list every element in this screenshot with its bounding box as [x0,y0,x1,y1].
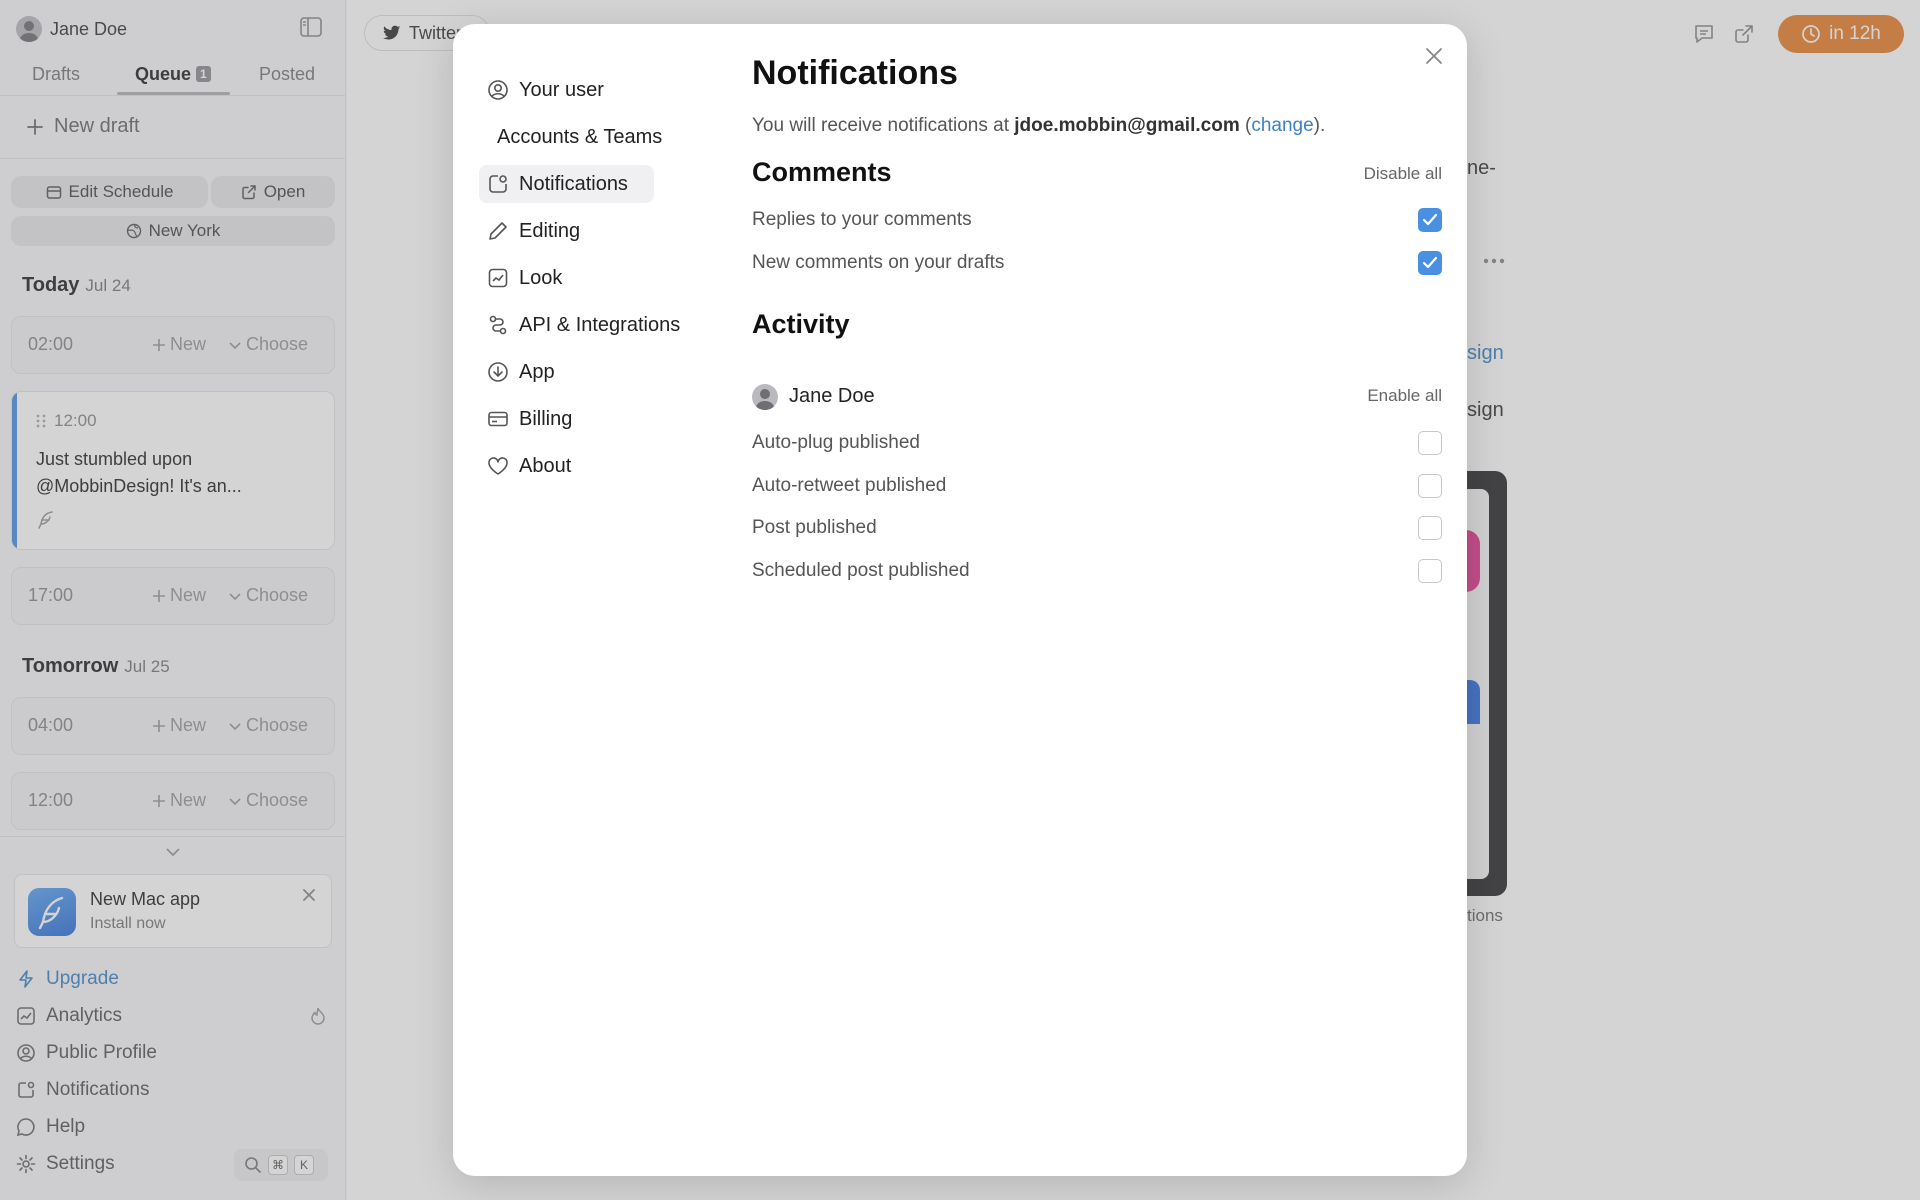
intro-prefix: You will receive notifications at [752,115,1015,136]
settings-modal: Your user Accounts & Teams Notifications… [453,24,1467,1176]
notification-option-row: New comments on your drafts [752,251,1442,275]
notification-option-row: Auto-plug published [752,431,1442,455]
notification-option-row: Replies to your comments [752,208,1442,232]
notification-option-label: New comments on your drafts [752,252,1005,273]
notification-option-row: Auto-retweet published [752,474,1442,498]
settings-nav-label: Editing [519,219,581,242]
notification-option-label: Auto-plug published [752,432,920,453]
settings-nav-label: API & Integrations [519,313,681,336]
settings-nav-label: Your user [519,78,604,101]
notification-option-label: Scheduled post published [752,560,970,581]
checkbox[interactable] [1418,516,1442,540]
enable-all-button[interactable]: Enable all [1367,386,1442,406]
notification-option-label: Auto-retweet published [752,475,947,496]
checkbox[interactable] [1418,474,1442,498]
comments-heading: Comments [752,157,892,187]
heart-icon [488,457,508,475]
settings-nav-notifications[interactable]: Notifications [479,165,654,203]
settings-nav-accounts-teams[interactable]: Accounts & Teams [479,118,662,156]
checkbox[interactable] [1418,208,1442,232]
pencil-icon [489,222,507,240]
settings-nav-label: Look [519,266,563,289]
checkbox[interactable] [1418,431,1442,455]
avatar [752,384,778,410]
checkmark-icon [1422,256,1438,269]
notification-option-row: Post published [752,516,1442,540]
settings-nav-editing[interactable]: Editing [479,212,654,250]
notification-option-label: Post published [752,517,877,538]
settings-nav-api-integrations[interactable]: API & Integrations [479,306,699,344]
checkmark-icon [1422,213,1438,226]
notification-icon [489,175,507,193]
page-title: Notifications [752,54,958,92]
user-circle-icon [488,80,508,100]
settings-nav-your-user[interactable]: Your user [479,71,654,109]
activity-heading: Activity [752,309,850,339]
checkbox[interactable] [1418,559,1442,583]
settings-nav-label: Accounts & Teams [497,125,663,148]
settings-nav-label: Notifications [519,172,628,195]
settings-nav-look[interactable]: Look [479,259,654,297]
integration-icon [489,315,507,335]
checkbox[interactable] [1418,251,1442,275]
close-icon[interactable] [1424,46,1444,66]
download-icon [488,362,508,382]
notification-email-text: You will receive notifications at jdoe.m… [752,115,1325,137]
notification-option-row: Scheduled post published [752,559,1442,583]
change-email-link[interactable]: change [1251,115,1313,136]
intro-close: ). [1313,115,1326,136]
activity-account-name: Jane Doe [789,385,875,407]
settings-nav-label: Billing [519,407,573,430]
settings-nav-label: About [519,454,572,477]
intro-open: ( [1239,115,1252,136]
disable-all-button[interactable]: Disable all [1364,164,1442,184]
settings-nav-billing[interactable]: Billing [479,400,654,438]
settings-nav-app[interactable]: App [479,353,654,391]
chart-icon [488,268,508,288]
card-icon [488,411,508,427]
notification-email: jdoe.mobbin@gmail.com [1014,115,1240,136]
notification-option-label: Replies to your comments [752,209,972,230]
settings-nav-about[interactable]: About [479,447,654,485]
settings-nav-label: App [519,360,555,383]
